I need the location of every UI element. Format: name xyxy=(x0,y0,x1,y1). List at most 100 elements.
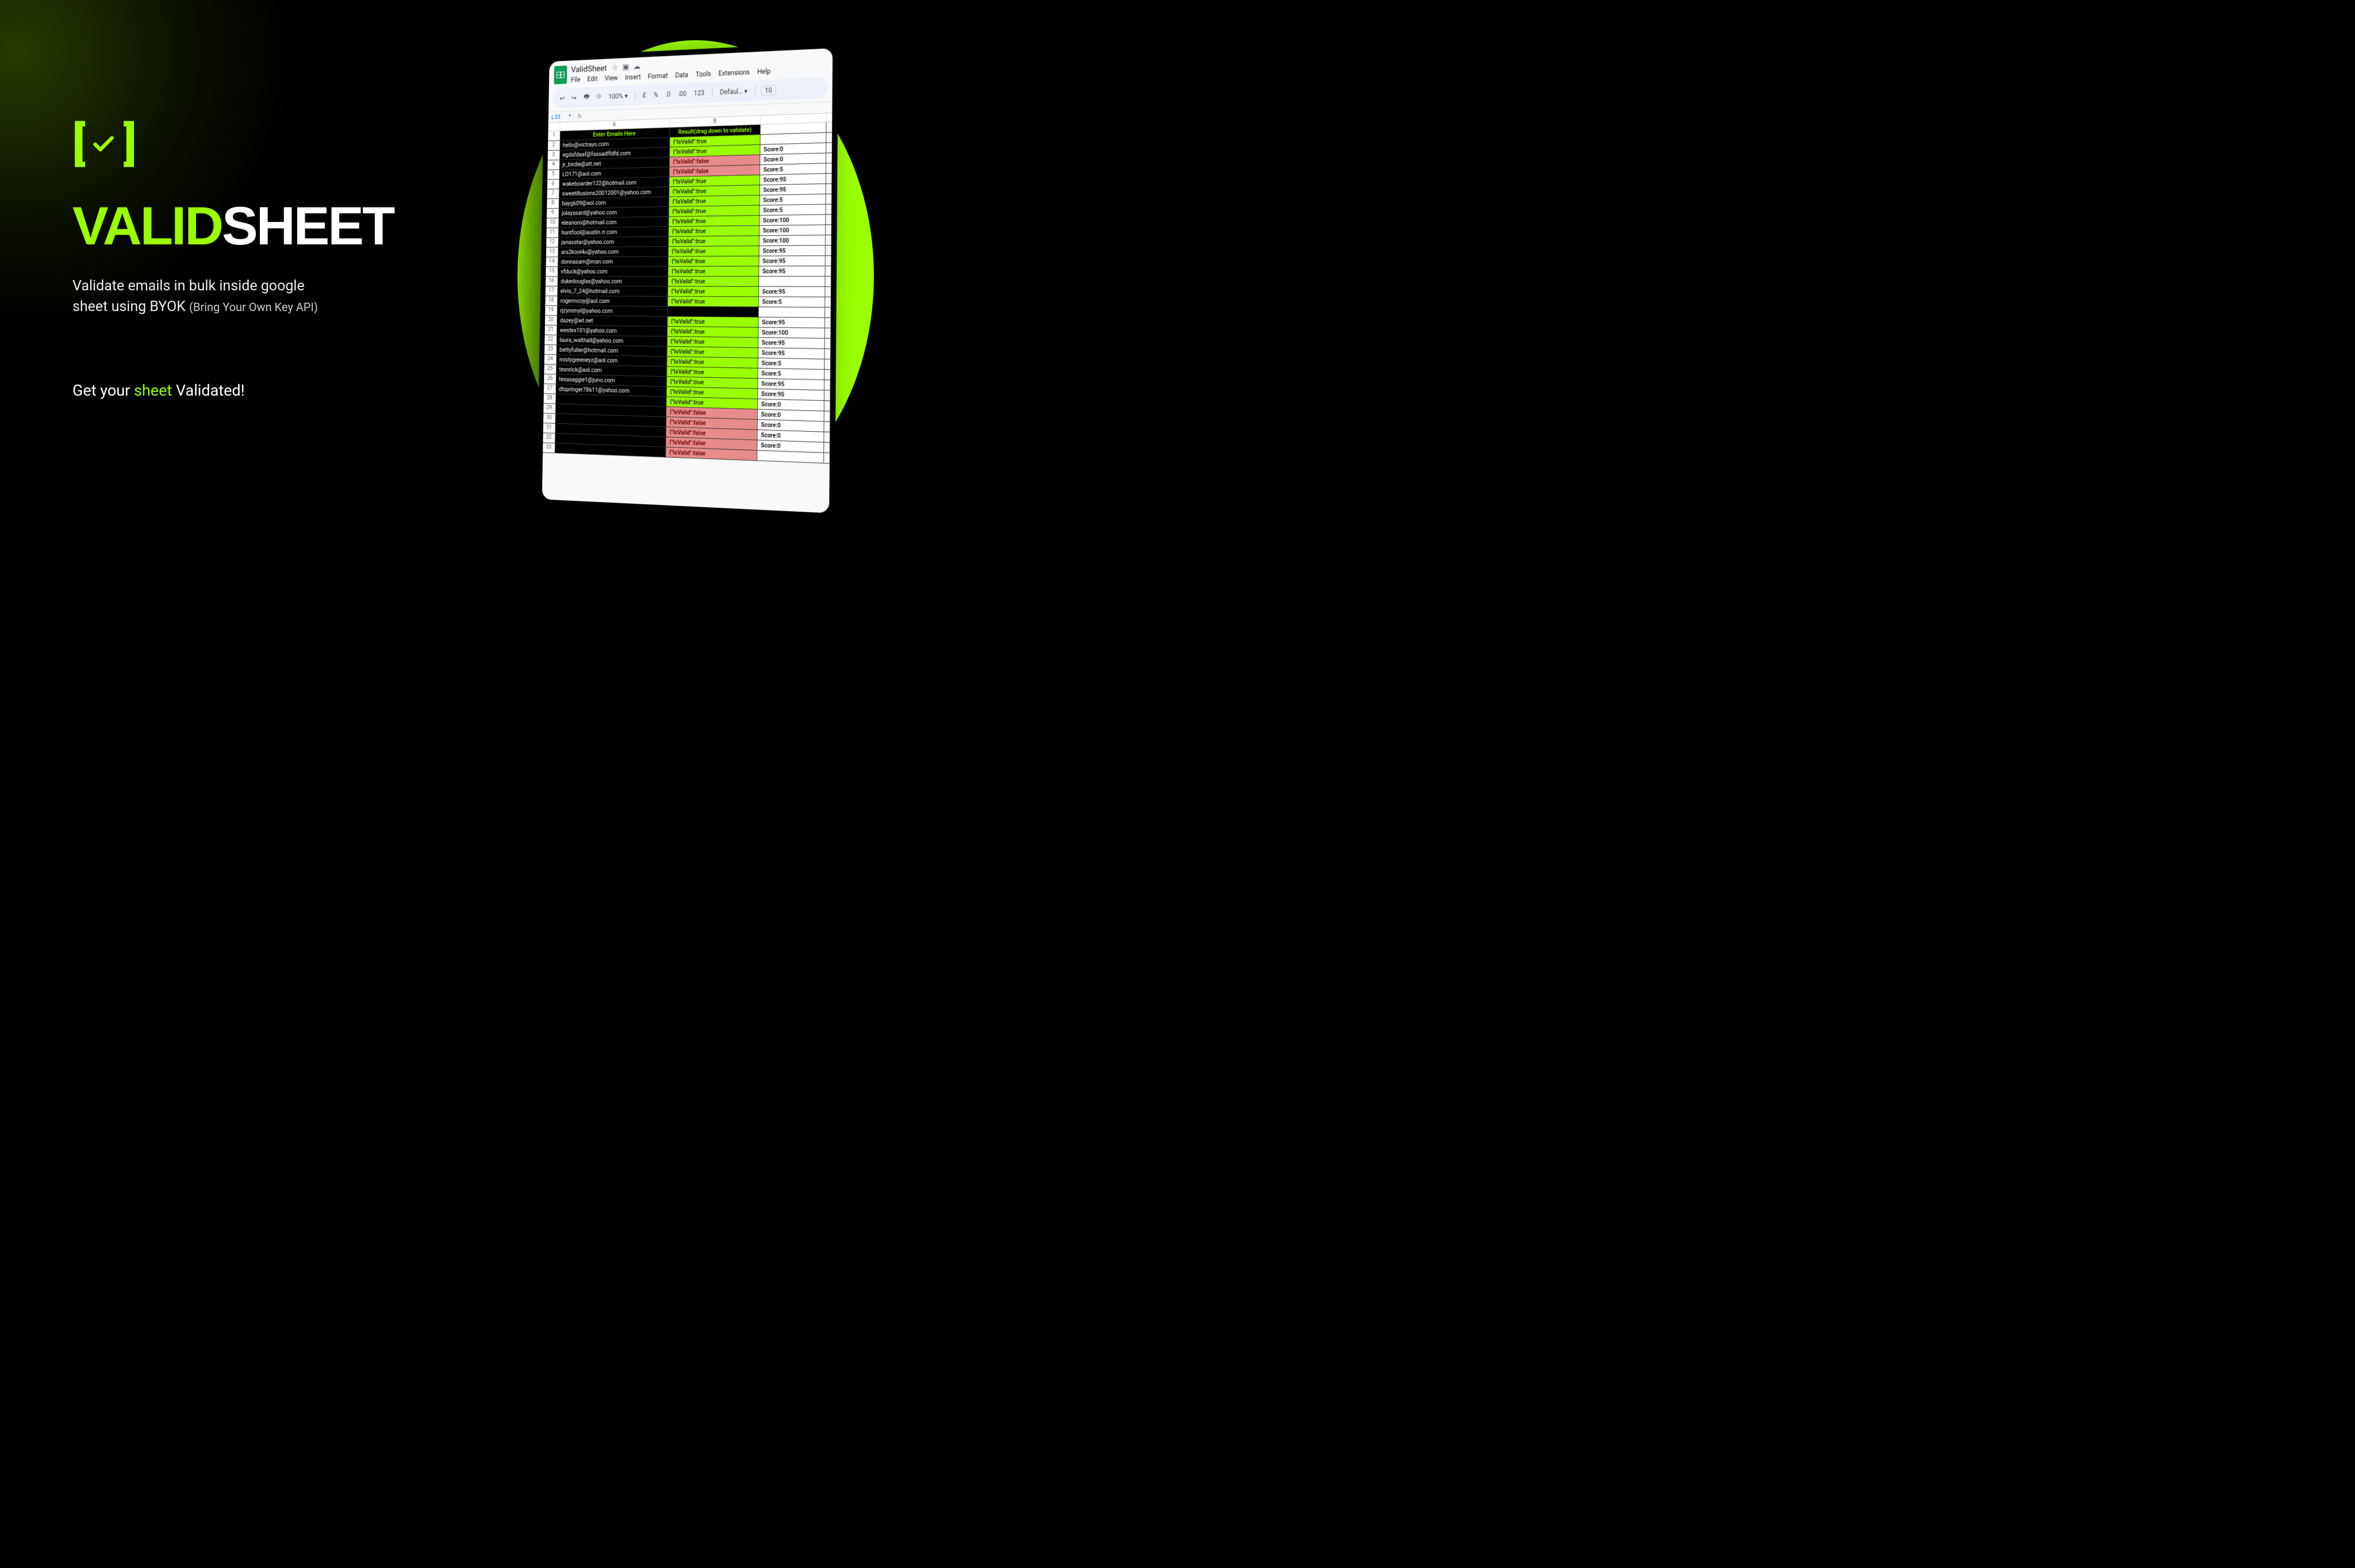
row-number[interactable]: 25 xyxy=(544,365,556,374)
cell-result[interactable]: {"IsValid":true xyxy=(669,256,760,266)
cell-result[interactable]: {"IsValid":true xyxy=(669,226,760,236)
cell-score[interactable]: Score:0 xyxy=(758,399,824,411)
increase-decimal-button[interactable]: .00 xyxy=(676,88,689,98)
cell-result[interactable]: {"IsValid":true xyxy=(667,356,758,367)
row-number[interactable]: 33 xyxy=(543,443,555,453)
paint-format-button[interactable]: ⟐ xyxy=(594,91,604,102)
cloud-icon[interactable]: ☁ xyxy=(633,62,640,71)
cell-email[interactable]: laura_walthall@yahoo.com xyxy=(557,335,668,346)
cell-score[interactable]: Score:0 xyxy=(758,409,824,421)
cell-result[interactable]: {"IsValid":true xyxy=(668,337,758,348)
cell-score[interactable]: Score:100 xyxy=(760,215,826,225)
percent-button[interactable]: % xyxy=(651,89,660,99)
header-score[interactable] xyxy=(761,122,827,134)
cell-email[interactable]: westex101@yahoo.com xyxy=(557,325,668,336)
star-icon[interactable]: ☆ xyxy=(612,63,618,72)
row-number[interactable]: 18 xyxy=(545,296,557,305)
row-number[interactable]: 15 xyxy=(546,267,558,276)
cell-result[interactable]: {"IsValid":true xyxy=(668,347,759,358)
row-number[interactable]: 28 xyxy=(544,394,556,404)
row-number[interactable]: 8 xyxy=(547,199,559,208)
cell-result[interactable]: {"IsValid":true xyxy=(669,216,760,226)
row-number[interactable]: 11 xyxy=(546,228,558,237)
menu-file[interactable]: File xyxy=(571,76,581,84)
cell-email[interactable]: jolayssard@yahoo.com xyxy=(559,207,669,218)
cell-score[interactable]: Score:95 xyxy=(760,246,826,255)
row-number[interactable]: 12 xyxy=(546,237,558,247)
cell-email[interactable]: ars2kool4u@yahoo.com xyxy=(558,247,669,256)
row-number[interactable]: 1 xyxy=(548,131,560,140)
cell-result[interactable]: {"IsValid":true xyxy=(669,175,760,187)
cell-result[interactable]: {"IsValid":true xyxy=(668,266,759,276)
cell-result[interactable]: {"IsValid":true xyxy=(668,317,758,327)
cell-score[interactable]: Score:5 xyxy=(758,358,825,369)
row-number[interactable]: 3 xyxy=(548,151,560,160)
menu-tools[interactable]: Tools xyxy=(696,70,711,79)
cell-result[interactable]: {"IsValid":true xyxy=(668,297,759,306)
cell-score[interactable]: Score:95 xyxy=(758,389,824,400)
row-number[interactable]: 24 xyxy=(544,355,557,364)
cell-result[interactable]: {"IsValid":true xyxy=(667,367,758,378)
row-number[interactable]: 27 xyxy=(544,384,556,394)
redo-button[interactable]: ↪ xyxy=(570,93,579,102)
formula-bar[interactable]: fx xyxy=(573,111,586,122)
row-number[interactable]: 32 xyxy=(543,433,555,443)
menu-format[interactable]: Format xyxy=(648,72,668,80)
row-number[interactable]: 5 xyxy=(547,170,559,179)
cell-email[interactable]: elvis_7_24@hotmail.com xyxy=(557,286,668,296)
row-number[interactable]: 16 xyxy=(546,277,558,286)
menu-edit[interactable]: Edit xyxy=(587,75,597,83)
cell-email[interactable]: rjzymmyl@yahoo.com xyxy=(557,306,668,316)
cell-score[interactable] xyxy=(759,307,826,317)
row-number[interactable]: 21 xyxy=(545,325,557,335)
row-number[interactable]: 7 xyxy=(547,189,559,198)
cell-score[interactable] xyxy=(757,451,824,463)
document-title[interactable]: ValidSheet xyxy=(571,63,607,75)
cell-email[interactable]: bettyfuller@hotmail.com xyxy=(557,345,668,356)
cell-result[interactable]: {"IsValid":true xyxy=(668,327,758,337)
cell-result[interactable] xyxy=(668,306,758,317)
spreadsheet-grid[interactable]: A B 1 Enter Emails Here Result(drag down… xyxy=(542,113,833,513)
cell-score[interactable]: Score:5 xyxy=(760,205,826,215)
font-size[interactable]: 10 xyxy=(761,85,776,95)
row-number[interactable]: 10 xyxy=(547,218,559,228)
cell-email[interactable]: rogermcoy@aol.com xyxy=(557,296,668,306)
row-number[interactable]: 9 xyxy=(547,209,559,218)
currency-button[interactable]: £ xyxy=(640,90,649,100)
menu-insert[interactable]: Insert xyxy=(625,73,641,81)
corner-cell[interactable] xyxy=(548,122,560,131)
row-number[interactable]: 26 xyxy=(544,374,556,384)
cell-score[interactable]: Score:95 xyxy=(758,338,825,348)
menu-view[interactable]: View xyxy=(605,74,618,82)
cell-score[interactable]: Score:95 xyxy=(758,379,824,390)
row-number[interactable]: 13 xyxy=(546,247,558,256)
cell-email[interactable]: dukedouglas@yahoo.com xyxy=(558,277,669,286)
cell-result[interactable]: {"IsValid":true xyxy=(669,195,760,206)
cell-result[interactable]: {"IsValid":true xyxy=(669,236,760,246)
cell-score[interactable]: Score:95 xyxy=(758,317,825,328)
cell-email[interactable]: bayg609@aol.com xyxy=(559,197,669,208)
move-icon[interactable]: ▣ xyxy=(622,63,629,72)
cell-score[interactable]: Score:5 xyxy=(759,297,825,306)
cell-score[interactable]: Score:0 xyxy=(760,154,826,165)
cell-result[interactable]: {"IsValid":true xyxy=(669,205,760,216)
cell-score[interactable]: Score:95 xyxy=(760,184,826,195)
decrease-decimal-button[interactable]: .0 xyxy=(663,89,672,99)
cell-score[interactable]: Score:100 xyxy=(758,328,825,338)
cell-score[interactable]: Score:95 xyxy=(759,256,825,266)
cell-score[interactable] xyxy=(761,133,827,144)
menu-extensions[interactable]: Extensions xyxy=(719,68,750,78)
row-number[interactable]: 4 xyxy=(547,160,559,170)
font-select[interactable]: Defaul… ▾ xyxy=(718,86,750,97)
undo-button[interactable]: ↩ xyxy=(558,93,567,103)
cell-result[interactable]: {"IsValid":true xyxy=(669,246,760,256)
cell-score[interactable]: Score:5 xyxy=(760,194,826,205)
cell-result[interactable]: {"IsValid":true xyxy=(668,287,759,297)
cell-email[interactable]: eleanoro@hotmail.com xyxy=(558,217,669,227)
cell-email[interactable]: donnasam@msn.com xyxy=(558,256,668,266)
menu-help[interactable]: Help xyxy=(757,67,770,76)
row-number[interactable]: 23 xyxy=(544,345,557,354)
row-number[interactable]: 29 xyxy=(543,404,555,413)
row-number[interactable]: 17 xyxy=(546,286,558,296)
row-number[interactable]: 6 xyxy=(547,179,559,189)
